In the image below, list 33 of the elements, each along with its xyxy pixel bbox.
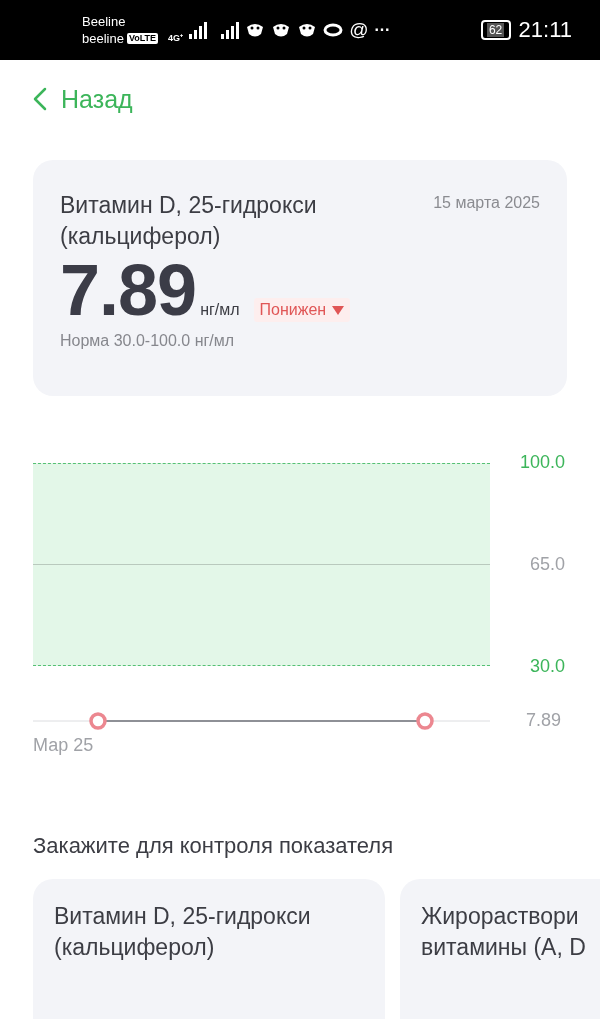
volte-badge: VoLTE — [126, 33, 159, 44]
test-date: 15 марта 2025 — [433, 194, 540, 212]
section-title: Закажите для контроля показателя — [33, 833, 395, 859]
signal-icon — [189, 21, 208, 39]
carrier-name: beeline — [82, 30, 124, 47]
app-icon — [245, 21, 266, 39]
app-icon — [271, 21, 292, 39]
network-type: 4G⁺ — [168, 32, 184, 44]
result-value: 7.89 — [60, 250, 197, 330]
ring-icon — [323, 23, 344, 37]
axis-label: 100.0 — [519, 452, 565, 473]
battery-icon: 62 — [480, 20, 511, 40]
point-value: 7.89 — [524, 710, 561, 731]
test-name: Витамин D, 25-гидрокси — [54, 902, 312, 931]
date-label: Мар 25 — [33, 735, 95, 756]
down-triangle-icon — [332, 305, 345, 315]
axis-label: 30.0 — [529, 656, 565, 677]
test-card[interactable]: Витамин D, 25-гидрокси (кальциферол) — [33, 879, 385, 1019]
norm-range: Норма 30.0-100.0 нг/мл — [60, 332, 236, 350]
test-name: витамины (A, D — [421, 933, 587, 962]
carrier-name: Beeline — [82, 13, 127, 30]
more-icon: ··· — [374, 21, 391, 39]
test-name: Жирораствори — [421, 902, 580, 931]
at-icon: @ — [349, 19, 369, 41]
signal-icon — [221, 21, 240, 39]
app-icon — [297, 21, 318, 39]
test-name: (кальциферол) — [54, 933, 216, 962]
clock-time: 21:11 — [518, 17, 572, 43]
status-badge: Понижен — [253, 298, 351, 322]
result-unit: нг/мл — [200, 301, 240, 319]
test-name: Витамин D, 25-гидрокси (кальциферол) — [60, 191, 318, 251]
axis-label: 65.0 — [529, 554, 565, 575]
test-card[interactable]: Жирораствори витамины (A, D — [400, 879, 600, 1019]
